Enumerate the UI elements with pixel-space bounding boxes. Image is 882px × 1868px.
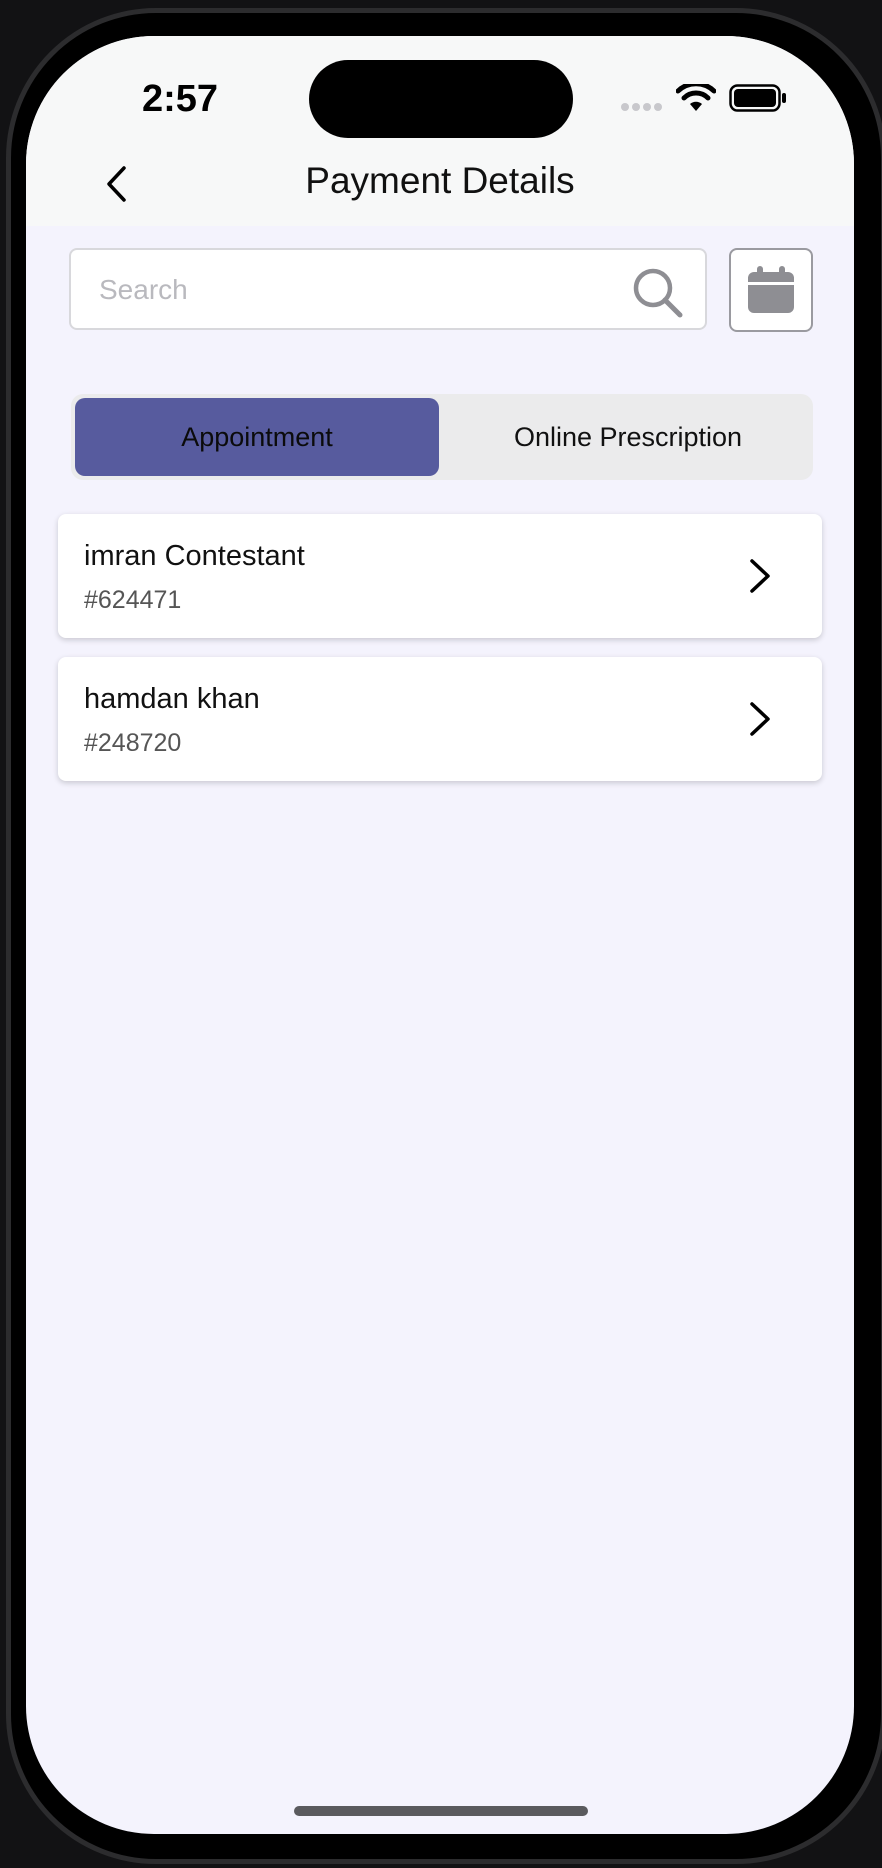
tab-appointment[interactable]: Appointment — [75, 398, 439, 476]
tab-online-prescription[interactable]: Online Prescription — [447, 398, 809, 476]
page-title: Payment Details — [305, 160, 575, 201]
app-screen: 2:57 Payment Details Search Appointment … — [26, 36, 854, 1834]
calendar-button[interactable] — [729, 248, 813, 332]
device-frame: 2:57 Payment Details Search Appointment … — [0, 0, 882, 1868]
payment-list-item[interactable]: imran Contestant #624471 — [58, 514, 822, 638]
home-indicator[interactable] — [294, 1806, 588, 1816]
back-button[interactable] — [86, 154, 146, 214]
search-field[interactable] — [69, 248, 707, 330]
battery-icon — [729, 84, 786, 112]
payment-type-tabs: Appointment Online Prescription — [71, 394, 813, 480]
cellular-signal-icon — [621, 103, 662, 111]
search-icon[interactable] — [631, 266, 685, 320]
search-input[interactable] — [99, 270, 599, 310]
top-bar: 2:57 Payment Details — [26, 36, 854, 226]
chevron-right-icon — [750, 559, 770, 593]
payment-list-item[interactable]: hamdan khan #248720 — [58, 657, 822, 781]
calendar-icon — [748, 266, 794, 313]
payment-id: #248720 — [84, 729, 182, 757]
patient-name: hamdan khan — [84, 683, 260, 715]
dynamic-island — [309, 60, 573, 138]
chevron-left-icon — [107, 166, 126, 202]
wifi-icon — [676, 84, 716, 111]
patient-name: imran Contestant — [84, 540, 305, 572]
payment-id: #624471 — [84, 586, 182, 614]
chevron-right-icon — [750, 702, 770, 736]
status-time: 2:57 — [142, 78, 219, 120]
